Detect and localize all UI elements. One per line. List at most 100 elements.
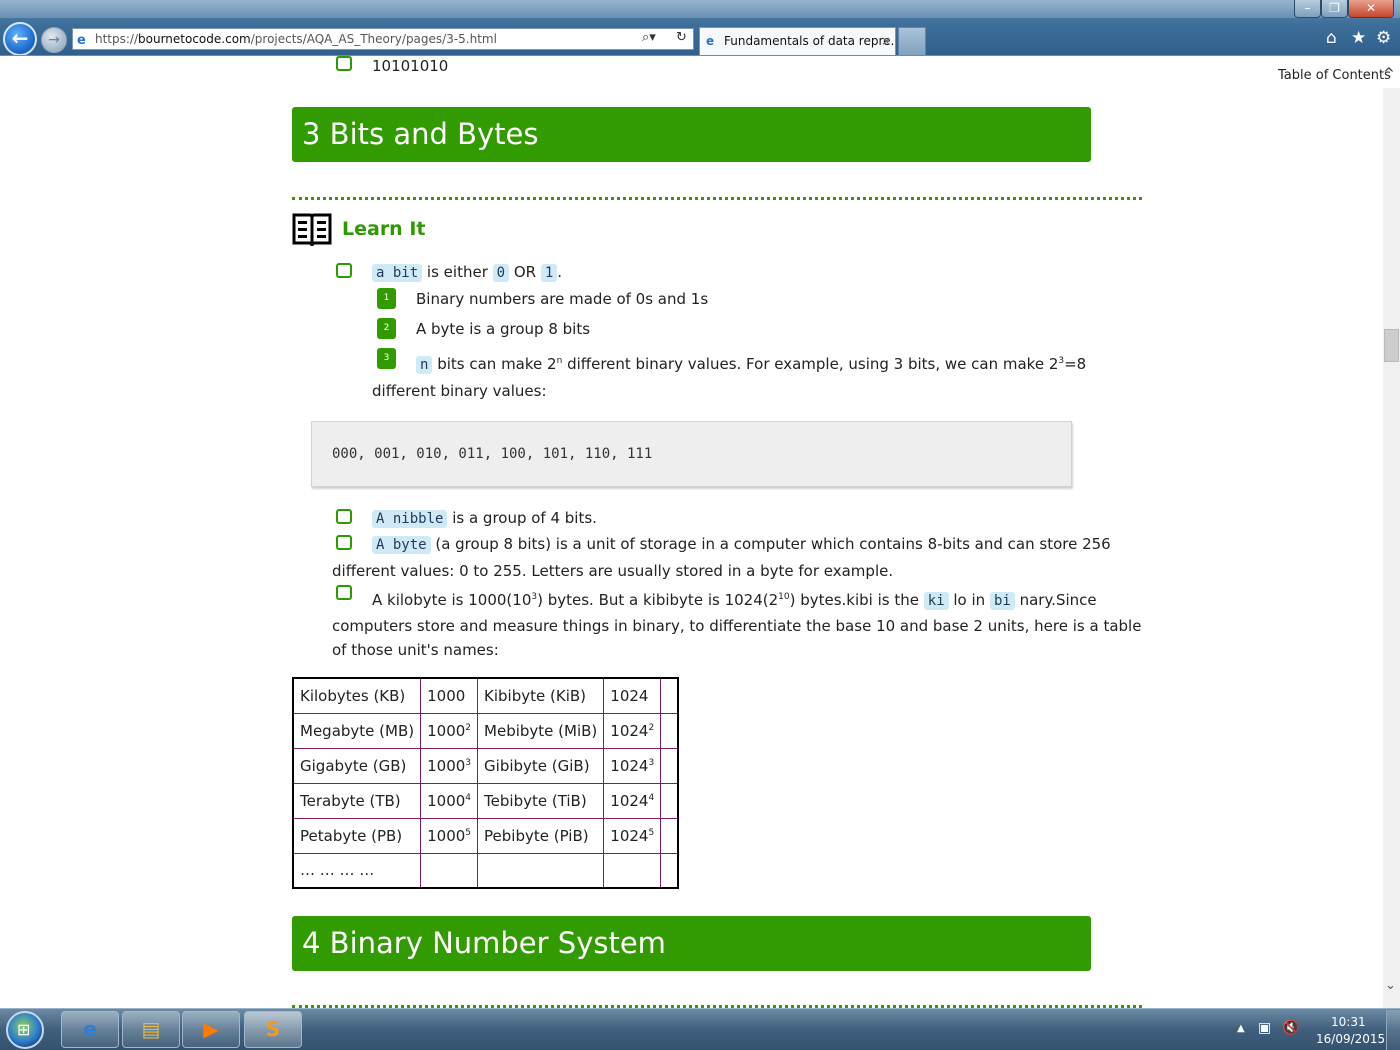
cell-text: Gigabyte (GB): [300, 756, 407, 775]
scrollbar-track[interactable]: [1383, 88, 1400, 1008]
kb-text-a: A kilobyte is 1000(10: [372, 591, 532, 609]
cell-text: … … … …: [300, 861, 375, 880]
scrollbar-thumb[interactable]: [1384, 329, 1399, 362]
cell-text: Terabyte (TB): [300, 791, 401, 810]
learn-it-title: Learn It: [342, 218, 426, 240]
kilobyte-definition-line2: computers store and measure things in bi…: [332, 617, 1142, 635]
title-bar: [0, 0, 1400, 18]
taskbar-media-player[interactable]: ▶: [182, 1011, 240, 1048]
chrome-divider: [0, 55, 1400, 56]
table-row: … … … …: [292, 852, 679, 889]
table-cell: 10243: [603, 747, 662, 784]
table-row: Kilobytes (KB) 1000 Kibibyte (KiB) 1024: [292, 677, 679, 714]
section-heading: 4 Binary Number System: [292, 916, 1091, 971]
cell-text: Tebibyte (TiB): [484, 791, 587, 810]
table-row: Gigabyte (GB) 10003 Gibibyte (GiB) 10243: [292, 747, 679, 784]
table-row: Petabyte (PB) 10005 Pebibyte (PiB) 10245: [292, 817, 679, 854]
table-cell: [603, 852, 662, 889]
close-window-button[interactable]: ✕: [1348, 0, 1394, 18]
network-icon[interactable]: ▣: [1258, 1020, 1271, 1036]
internet-explorer-icon: e: [83, 1017, 97, 1041]
clock-time[interactable]: 10:31: [1331, 1015, 1366, 1029]
checkbox[interactable]: [336, 263, 352, 278]
item3-text-a: bits can make 2: [432, 355, 557, 373]
forward-button[interactable]: →: [41, 27, 67, 53]
checkbox[interactable]: [336, 509, 352, 524]
number-badge: 2: [377, 318, 396, 339]
cell-text: Kibibyte (KiB): [484, 686, 586, 705]
checkbox[interactable]: [336, 585, 352, 600]
url-host: bournetocode.com: [138, 32, 251, 46]
table-cell: [660, 747, 679, 784]
taskbar-sublime-text[interactable]: S: [244, 1011, 302, 1048]
maximize-button[interactable]: ❐: [1321, 0, 1348, 18]
nibble-text: is a group of 4 bits.: [447, 509, 597, 527]
cell-text: Petabyte (PB): [300, 826, 403, 845]
home-icon[interactable]: ⌂: [1326, 28, 1337, 48]
cell-text: 1000: [427, 756, 466, 775]
volume-muted-icon[interactable]: 🔇: [1282, 1020, 1299, 1036]
refresh-icon[interactable]: ↻: [676, 30, 687, 45]
media-player-icon: ▶: [203, 1017, 219, 1041]
scroll-down-icon[interactable]: ⌄: [1385, 978, 1396, 993]
byte-definition-cont: different values: 0 to 255. Letters are …: [332, 562, 894, 580]
table-cell: [477, 852, 605, 889]
code-bit: a bit: [372, 264, 423, 282]
gear-icon[interactable]: ⚙: [1376, 28, 1391, 48]
code-zero: 0: [492, 264, 510, 282]
cell-text: 1000: [427, 686, 466, 705]
kb-text-b: ) bytes. But a kibibyte is 1024(2: [537, 591, 779, 609]
table-cell: [660, 852, 679, 889]
numbered-item-text-cont: different binary values:: [372, 382, 547, 400]
units-table-body: Kilobytes (KB) 1000 Kibibyte (KiB) 1024 Mega…: [292, 677, 679, 889]
kilobyte-definition-line3: of those unit's names:: [332, 641, 499, 659]
folder-icon: ▤: [141, 1017, 161, 1041]
checkbox[interactable]: [336, 56, 352, 71]
table-cell: … … … …: [292, 852, 422, 889]
url-path: /projects/AQA_AS_Theory/pages/3-5.html: [250, 32, 497, 46]
number-badge: 1: [377, 288, 396, 309]
back-button[interactable]: ←: [3, 22, 37, 56]
cell-exponent: 3: [648, 757, 655, 768]
search-icon[interactable]: ⌕▾: [642, 30, 656, 45]
cell-text: 1024: [610, 721, 649, 740]
cell-text: 1024: [610, 686, 649, 705]
table-cell: [660, 712, 679, 749]
kb-text-e: nary.Since: [1014, 591, 1097, 609]
open-book-icon: [292, 213, 332, 247]
minimize-button[interactable]: –: [1294, 0, 1321, 18]
tab-close-icon[interactable]: ×: [881, 28, 891, 54]
tab-active[interactable]: e Fundamentals of data repre... ×: [699, 27, 896, 56]
cell-exponent: 5: [465, 827, 472, 838]
table-of-contents-link[interactable]: Table of Contents: [1278, 68, 1391, 83]
start-button[interactable]: ⊞: [6, 1011, 44, 1049]
bit-definition: a bit is either 0 OR 1.: [372, 263, 562, 282]
byte-text-a: (a group 8 bits) is a unit of storage in…: [430, 535, 1111, 553]
taskbar-windows-explorer[interactable]: ▤: [122, 1011, 180, 1048]
checkbox[interactable]: [336, 535, 352, 550]
numbered-item-text: n bits can make 2n different binary valu…: [416, 355, 1087, 374]
cell-exponent: 4: [648, 792, 655, 803]
dotted-divider: [292, 197, 1142, 200]
tray-expand-icon[interactable]: ▲: [1237, 1023, 1245, 1034]
cell-text: 1000: [427, 721, 466, 740]
address-bar[interactable]: e https://bournetocode.com/projects/AQA_…: [72, 28, 694, 50]
cell-text: Kilobytes (KB): [300, 686, 406, 705]
clock-date[interactable]: 16/09/2015: [1316, 1032, 1385, 1046]
new-tab-button[interactable]: [898, 27, 926, 56]
taskbar-internet-explorer[interactable]: e: [61, 1011, 119, 1048]
table-cell: Kilobytes (KB): [292, 677, 422, 714]
show-desktop-button[interactable]: [1386, 1010, 1400, 1050]
favorites-star-icon[interactable]: ★: [1351, 28, 1366, 48]
item3-text-c: =8: [1064, 355, 1087, 373]
cell-text: 1000: [427, 826, 466, 845]
table-cell: Terabyte (TB): [292, 782, 422, 819]
chevron-up-icon[interactable]: ^: [1383, 66, 1395, 82]
bit-text-a: is either: [422, 263, 493, 281]
table-cell: 10245: [603, 817, 662, 854]
table-cell: 10242: [603, 712, 662, 749]
table-cell: 10002: [420, 712, 479, 749]
code-ki: ki: [923, 592, 949, 610]
cell-exponent: 2: [648, 722, 655, 733]
forward-arrow-icon: →: [48, 32, 60, 48]
